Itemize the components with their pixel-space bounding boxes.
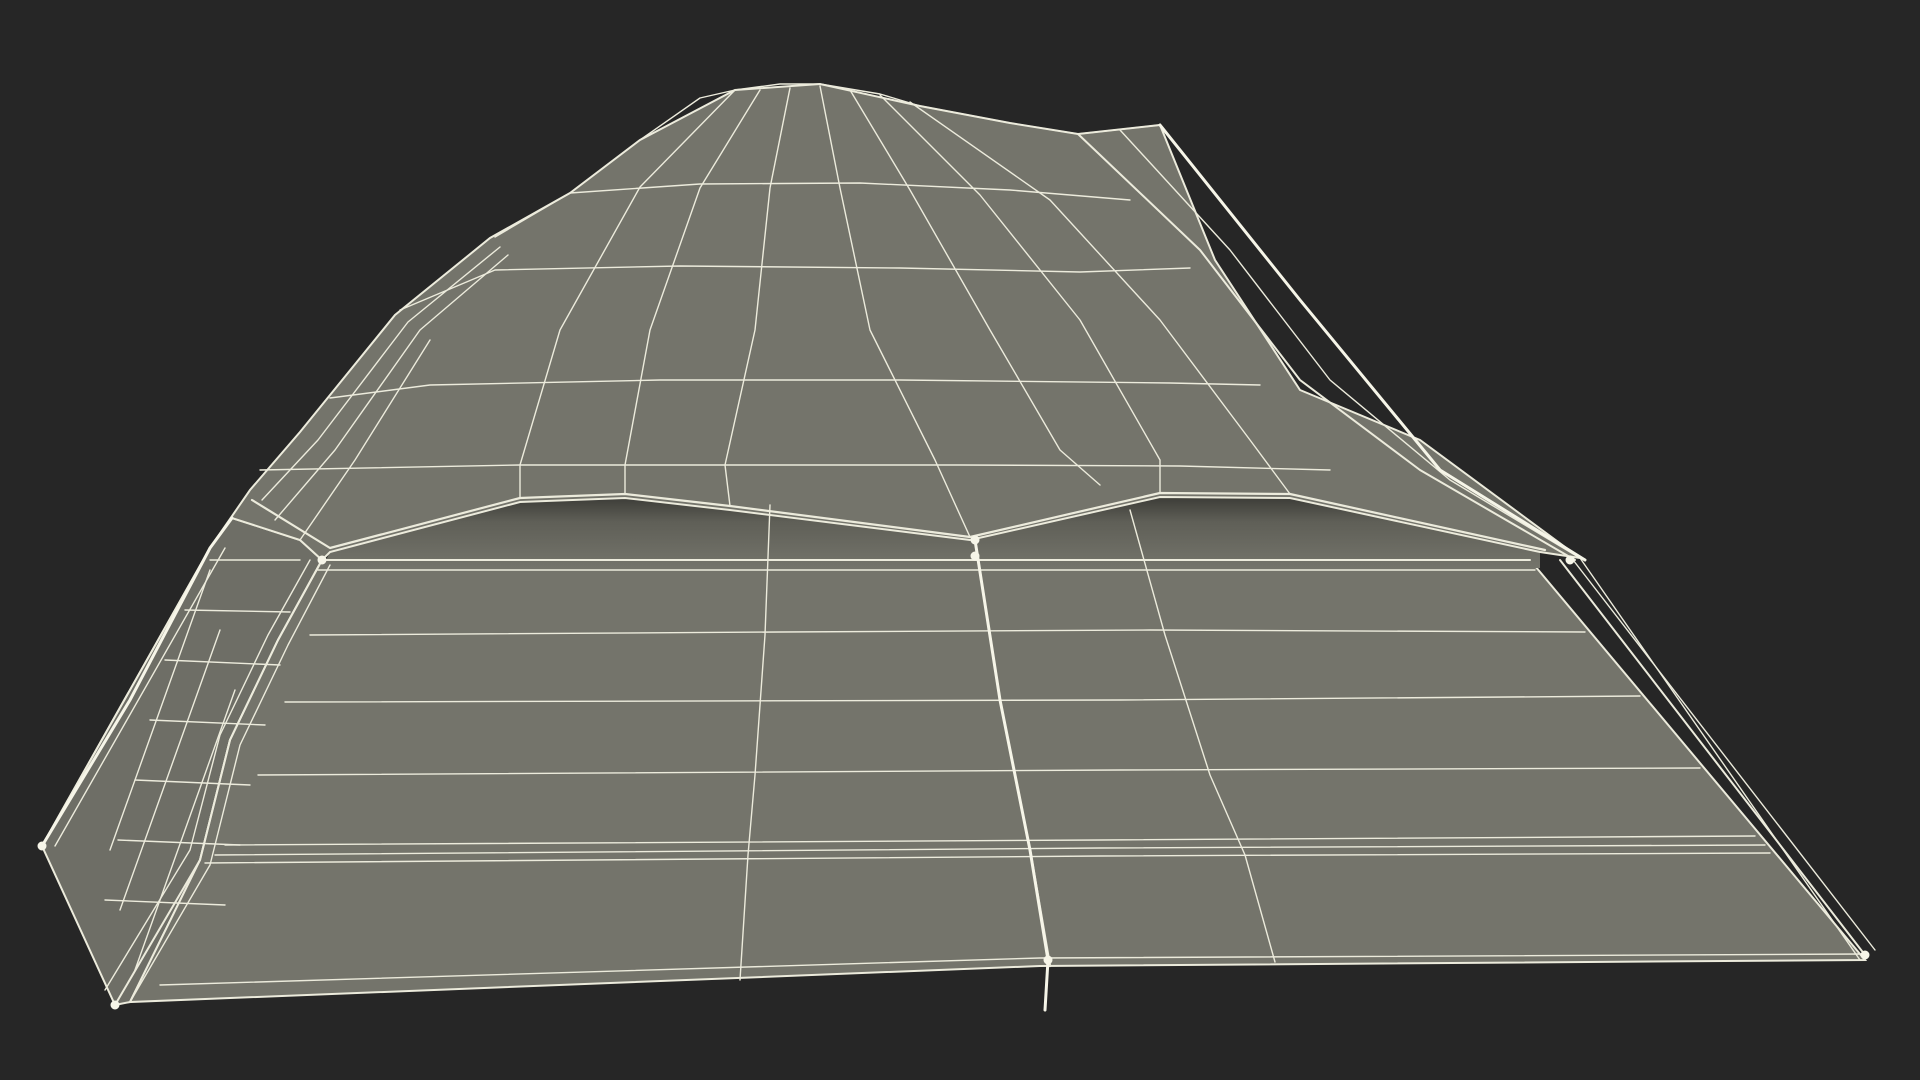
tent-floor-panel xyxy=(128,559,1868,1004)
anchor-point xyxy=(970,535,980,545)
center-stake-line xyxy=(1043,958,1050,1012)
anchor-point xyxy=(1043,955,1053,965)
anchor-point xyxy=(317,555,327,565)
anchor-point xyxy=(37,841,47,851)
anchor-point xyxy=(110,1000,120,1010)
anchor-point xyxy=(1565,555,1575,565)
anchor-point xyxy=(1860,950,1870,960)
render-viewport xyxy=(0,0,1920,1080)
tent-wireframe-render xyxy=(37,82,1876,1012)
tent-roof-dome xyxy=(209,82,1581,562)
anchor-point xyxy=(970,551,980,561)
